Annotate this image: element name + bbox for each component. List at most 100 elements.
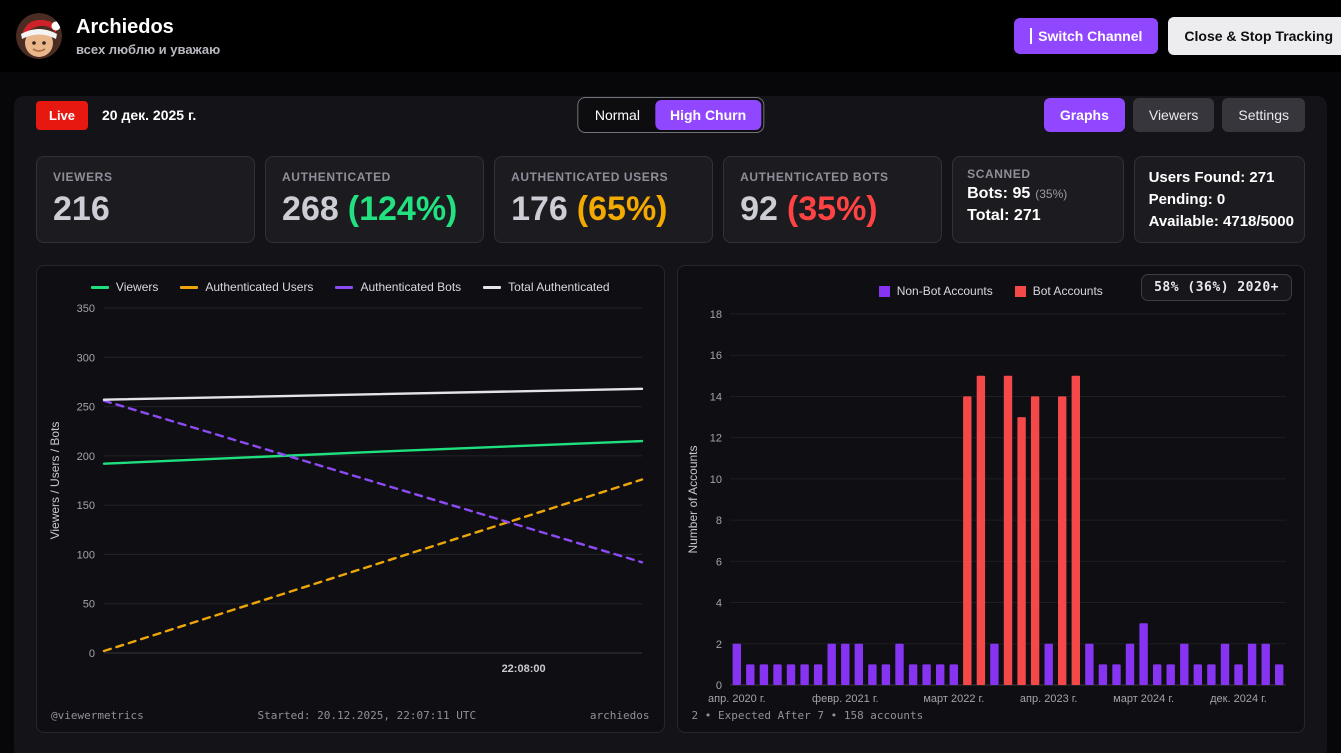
churn-mode-toggle: Normal High Churn	[576, 97, 765, 133]
non-bot-account-bar	[1274, 664, 1284, 685]
svg-text:6: 6	[716, 556, 722, 568]
started-timestamp: Started: 20.12.2025, 22:07:11 UTC	[257, 709, 477, 723]
line-chart-footer: @viewermetrics Started: 20.12.2025, 22:0…	[45, 707, 656, 726]
non-bot-account-bar	[827, 643, 836, 685]
bot-account-bar	[1030, 396, 1040, 685]
legend-swatch	[180, 285, 199, 289]
line-chart-legend: Viewers Authenticated Users Authenticated …	[45, 276, 656, 298]
non-bot-account-bar	[732, 643, 741, 685]
stat-label: AUTHENTICATED USERS	[511, 170, 669, 184]
svg-text:март 2022 г.: март 2022 г.	[923, 693, 984, 705]
close-stop-tracking-button[interactable]: Close & Stop Tracking	[1168, 17, 1341, 55]
tab-viewers[interactable]: Viewers	[1132, 98, 1215, 132]
users-found-line: Users Found: 271	[1148, 169, 1275, 186]
svg-text:200: 200	[77, 451, 95, 463]
non-bot-account-bar	[786, 664, 795, 685]
svg-text:18: 18	[710, 309, 722, 321]
svg-text:50: 50	[83, 599, 95, 611]
non-bot-account-bar	[813, 664, 823, 685]
non-bot-account-bar	[1234, 664, 1243, 685]
channel-avatar	[16, 13, 62, 59]
legend-swatch	[1014, 285, 1026, 297]
stat-percent: (124%)	[347, 190, 458, 228]
bot-account-bar	[1071, 375, 1080, 685]
live-badge: Live	[36, 100, 89, 130]
legend-item-authenticated-bots[interactable]: Authenticated Bots	[335, 280, 461, 294]
non-bot-account-bar	[1261, 643, 1270, 685]
stat-card-viewers: VIEWERS 216	[36, 156, 256, 244]
stat-number: 92	[740, 190, 778, 228]
app-header: Archiedos всех люблю и уважаю Switch Cha…	[0, 0, 1341, 72]
non-bot-account-bar	[1125, 643, 1134, 685]
channel-slug: archiedos	[589, 709, 650, 723]
svg-text:10: 10	[710, 474, 722, 486]
non-bot-account-bar	[800, 664, 809, 685]
scanned-bots-percent: (35%)	[1035, 187, 1068, 201]
legend-item-viewers[interactable]: Viewers	[90, 280, 158, 294]
non-bot-account-bar	[759, 664, 768, 685]
legend-label: Non-Bot Accounts	[896, 284, 993, 299]
stat-value: 176 (65%)	[511, 192, 696, 226]
tab-graphs[interactable]: Graphs	[1043, 98, 1125, 132]
line-chart-panel: Viewers Authenticated Users Authenticated …	[36, 265, 665, 734]
stat-value: 216	[53, 190, 110, 228]
account-age-badge: 58% (36%) 2020+	[1141, 274, 1292, 302]
non-bot-account-bar	[1084, 643, 1094, 685]
non-bot-account-bar	[1193, 664, 1202, 685]
non-bot-account-bar	[1179, 643, 1189, 685]
switch-channel-button[interactable]: Switch Channel	[1014, 18, 1159, 54]
non-bot-account-bar	[949, 664, 958, 685]
svg-text:12: 12	[710, 433, 722, 445]
svg-text:16: 16	[710, 350, 722, 362]
legend-swatch	[335, 285, 354, 289]
header-actions: Switch Channel Close & Stop Tracking	[1014, 17, 1341, 55]
tab-settings[interactable]: Settings	[1222, 98, 1305, 132]
stat-percent: (65%)	[576, 190, 668, 228]
svg-text:Number of Accounts: Number of Accounts	[686, 445, 700, 553]
non-bot-account-bar	[1112, 664, 1121, 685]
non-bot-account-bar	[935, 664, 945, 685]
legend-item-non-bot-accounts[interactable]: Non-Bot Accounts	[878, 284, 993, 299]
non-bot-account-bar	[745, 664, 755, 685]
watermark: @viewermetrics	[51, 709, 144, 723]
non-bot-account-bar	[922, 664, 931, 685]
bot-account-bar	[1057, 396, 1067, 685]
svg-text:февр. 2021 г.: февр. 2021 г.	[812, 693, 879, 705]
non-bot-account-bar	[1220, 643, 1229, 685]
bar-chart-footer: 2 • Expected After 7 • 158 accounts	[686, 707, 1297, 726]
svg-text:апр. 2023 г.: апр. 2023 г.	[1020, 693, 1078, 705]
stat-value: 268 (124%)	[282, 192, 467, 226]
non-bot-account-bar	[895, 643, 904, 685]
legend-label: Bot Accounts	[1032, 284, 1103, 299]
legend-item-authenticated-users[interactable]: Authenticated Users	[180, 280, 313, 294]
svg-text:300: 300	[77, 353, 95, 365]
non-bot-account-bar	[989, 643, 999, 685]
bot-account-bar	[976, 375, 985, 685]
text-cursor	[1030, 28, 1033, 44]
non-bot-account-bar	[881, 664, 890, 685]
stat-card-users-found: Users Found: 271 Pending: 0 Available: 4…	[1133, 156, 1305, 244]
svg-text:8: 8	[716, 515, 722, 527]
legend-item-bot-accounts[interactable]: Bot Accounts	[1014, 284, 1103, 299]
mode-high-churn-button[interactable]: High Churn	[654, 100, 762, 130]
svg-text:0: 0	[89, 648, 95, 660]
charts-row: Viewers Authenticated Users Authenticated …	[36, 265, 1305, 734]
bar-chart-footer-note: 2 • Expected After 7 • 158 accounts	[691, 709, 924, 723]
stat-label: VIEWERS	[53, 170, 113, 184]
svg-text:250: 250	[77, 402, 95, 414]
svg-text:350: 350	[77, 303, 95, 315]
non-bot-account-bar	[867, 664, 877, 685]
svg-text:2: 2	[716, 639, 722, 651]
tracking-dashboard: Live 20 дек. 2025 г. Normal High Churn G…	[14, 96, 1327, 753]
stats-row: VIEWERS 216 AUTHENTICATED 268 (124%) AUTH…	[36, 156, 1305, 244]
switch-channel-label: Switch Channel	[1038, 28, 1143, 44]
legend-swatch	[90, 285, 109, 289]
legend-label: Authenticated Bots	[360, 280, 462, 295]
bot-account-bar	[1017, 417, 1026, 685]
legend-label: Authenticated Users	[205, 280, 314, 295]
legend-item-total-authenticated[interactable]: Total Authenticated	[483, 280, 610, 294]
non-bot-account-bar	[1044, 643, 1053, 685]
controls-row: Live 20 дек. 2025 г. Normal High Churn G…	[36, 96, 1305, 134]
mode-normal-button[interactable]: Normal	[580, 100, 655, 130]
non-bot-account-bar	[840, 643, 850, 685]
